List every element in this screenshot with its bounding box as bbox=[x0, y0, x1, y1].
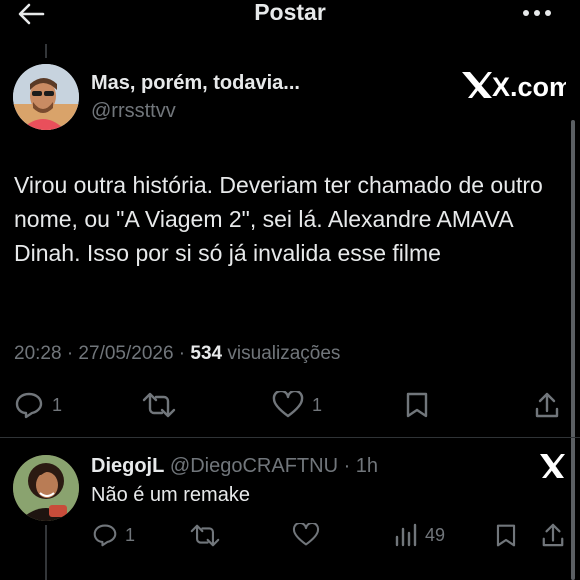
reply-bubble-icon bbox=[93, 524, 117, 547]
tweet-meta: 20:28 · 27/05/2026 · 534 visualizações bbox=[14, 343, 340, 365]
reply-reply-count: 1 bbox=[125, 524, 136, 545]
reply-separator: · bbox=[338, 455, 356, 477]
more-horizontal-icon bbox=[523, 10, 551, 16]
reply-author-name[interactable]: DiegojL bbox=[91, 455, 164, 477]
x-logo-icon bbox=[540, 454, 565, 478]
views-bar-icon bbox=[395, 523, 417, 547]
divider bbox=[0, 437, 580, 438]
views-count: 534 bbox=[190, 343, 223, 364]
like-button[interactable]: 1 bbox=[272, 390, 322, 420]
author-avatar[interactable] bbox=[13, 64, 79, 130]
reply-share-button[interactable] bbox=[541, 520, 565, 550]
thread-connector-line bbox=[45, 525, 47, 580]
page-title: Postar bbox=[254, 0, 326, 25]
reply-bubble-icon bbox=[15, 392, 43, 419]
author-name[interactable]: Mas, porém, todavia... bbox=[91, 72, 300, 95]
retweet-icon bbox=[190, 524, 220, 546]
reply-text: Não é um remake bbox=[91, 484, 250, 506]
share-icon bbox=[535, 392, 559, 418]
reply-button[interactable]: 1 bbox=[14, 390, 62, 420]
reply-bookmark-button[interactable] bbox=[495, 520, 517, 550]
reply-like-button[interactable] bbox=[292, 520, 320, 550]
author-handle[interactable]: @rrssttvv bbox=[91, 100, 176, 123]
more-options-button[interactable] bbox=[518, 0, 556, 26]
scrollbar[interactable] bbox=[571, 120, 575, 580]
reply-header: DiegojL @DiegoCRAFTNU · 1h bbox=[91, 455, 378, 478]
bookmark-icon bbox=[406, 392, 428, 418]
x-logo-small bbox=[537, 451, 567, 481]
views-label: visualizações bbox=[222, 343, 341, 364]
reply-author-avatar[interactable] bbox=[13, 455, 79, 521]
reply-reply-button[interactable]: 1 bbox=[92, 520, 135, 550]
bookmark-button[interactable] bbox=[405, 390, 429, 420]
reply-time[interactable]: 1h bbox=[356, 455, 378, 477]
reply-retweet-button[interactable] bbox=[190, 520, 220, 550]
retweet-icon bbox=[142, 392, 176, 418]
bookmark-icon bbox=[496, 524, 516, 546]
x-logo-icon: X.com bbox=[462, 72, 566, 102]
tweet-timestamp[interactable]: 20:28 · 27/05/2026 · bbox=[14, 343, 190, 364]
like-count: 1 bbox=[312, 394, 323, 415]
x-brand-watermark: X.com bbox=[458, 66, 566, 104]
share-icon bbox=[542, 523, 564, 547]
heart-icon bbox=[292, 523, 320, 546]
heart-icon bbox=[272, 391, 304, 418]
reply-author-handle[interactable]: @DiegoCRAFTNU bbox=[170, 455, 338, 477]
brand-text: X.com bbox=[492, 72, 566, 102]
reply-count: 1 bbox=[52, 394, 63, 415]
share-button[interactable] bbox=[534, 390, 560, 420]
tweet-text: Virou outra história. Deveriam ter chama… bbox=[14, 172, 543, 266]
thread-connector-line bbox=[45, 44, 47, 58]
retweet-button[interactable] bbox=[142, 390, 176, 420]
reply-views-button[interactable]: 49 bbox=[394, 520, 445, 550]
reply-views-count: 49 bbox=[425, 524, 446, 545]
